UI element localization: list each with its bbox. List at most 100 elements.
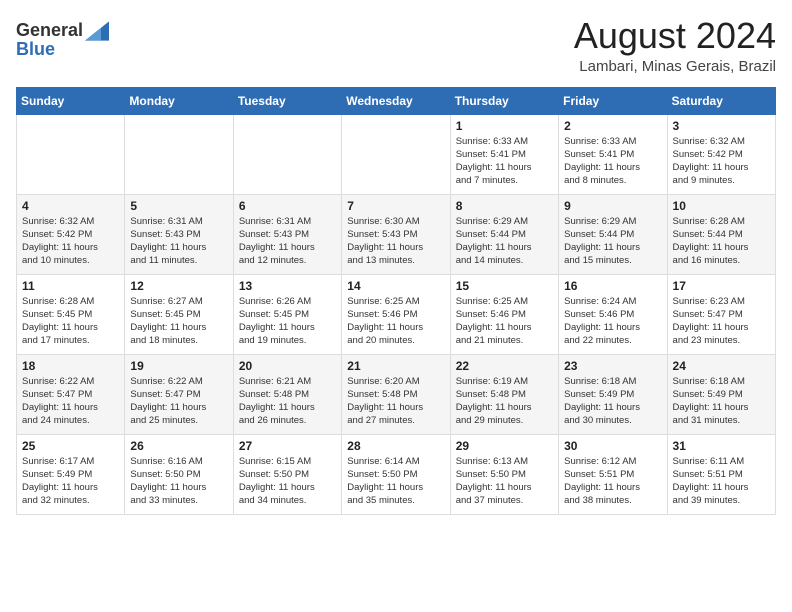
calendar-week-row: 11 Sunrise: 6:28 AMSunset: 5:45 PMDayligh… bbox=[17, 274, 776, 354]
day-info: Sunrise: 6:20 AMSunset: 5:48 PMDaylight:… bbox=[347, 375, 444, 428]
day-number: 11 bbox=[22, 279, 119, 293]
day-info: Sunrise: 6:23 AMSunset: 5:47 PMDaylight:… bbox=[673, 295, 770, 348]
day-info: Sunrise: 6:13 AMSunset: 5:50 PMDaylight:… bbox=[456, 455, 553, 508]
day-number: 10 bbox=[673, 199, 770, 213]
day-info: Sunrise: 6:24 AMSunset: 5:46 PMDaylight:… bbox=[564, 295, 661, 348]
day-number: 15 bbox=[456, 279, 553, 293]
calendar-header-friday: Friday bbox=[559, 87, 667, 114]
calendar-week-row: 18Sunrise: 6:22 AMSunset: 5:47 PMDayligh… bbox=[17, 354, 776, 434]
calendar-header-saturday: Saturday bbox=[667, 87, 775, 114]
calendar-cell: 9Sunrise: 6:29 AMSunset: 5:44 PMDaylight… bbox=[559, 194, 667, 274]
day-info: Sunrise: 6:16 AMSunset: 5:50 PMDaylight:… bbox=[130, 455, 227, 508]
day-info: Sunrise: 6:19 AMSunset: 5:48 PMDaylight:… bbox=[456, 375, 553, 428]
day-number: 2 bbox=[564, 119, 661, 133]
day-number: 25 bbox=[22, 439, 119, 453]
calendar-cell: 23 Sunrise: 6:18 AMSunset: 5:49 PMDayligh… bbox=[559, 354, 667, 434]
day-number: 31 bbox=[673, 439, 770, 453]
day-info: Sunrise: 6:11 AMSunset: 5:51 PMDaylight:… bbox=[673, 455, 770, 508]
day-info: Sunrise: 6:32 AMSunset: 5:42 PMDaylight:… bbox=[22, 215, 119, 268]
location: Lambari, Minas Gerais, Brazil bbox=[574, 58, 776, 75]
calendar-cell bbox=[125, 114, 233, 194]
day-info: Sunrise: 6:25 AMSunset: 5:46 PMDaylight:… bbox=[347, 295, 444, 348]
calendar-cell: 13Sunrise: 6:26 AMSunset: 5:45 PMDayligh… bbox=[233, 274, 341, 354]
calendar-cell: 7Sunrise: 6:30 AMSunset: 5:43 PMDaylight… bbox=[342, 194, 450, 274]
day-number: 5 bbox=[130, 199, 227, 213]
calendar-cell: 31 Sunrise: 6:11 AMSunset: 5:51 PMDayligh… bbox=[667, 434, 775, 514]
day-info: Sunrise: 6:25 AMSunset: 5:46 PMDaylight:… bbox=[456, 295, 553, 348]
day-number: 1 bbox=[456, 119, 553, 133]
logo: General Blue bbox=[16, 20, 109, 60]
day-number: 17 bbox=[673, 279, 770, 293]
day-number: 28 bbox=[347, 439, 444, 453]
calendar-header-sunday: Sunday bbox=[17, 87, 125, 114]
month-year: August 2024 bbox=[574, 16, 776, 56]
day-number: 29 bbox=[456, 439, 553, 453]
day-number: 23 bbox=[564, 359, 661, 373]
calendar-cell: 6 Sunrise: 6:31 AMSunset: 5:43 PMDaylight… bbox=[233, 194, 341, 274]
day-info: Sunrise: 6:22 AMSunset: 5:47 PMDaylight:… bbox=[22, 375, 119, 428]
calendar-week-row: 1 Sunrise: 6:33 AMSunset: 5:41 PMDaylight… bbox=[17, 114, 776, 194]
day-number: 16 bbox=[564, 279, 661, 293]
day-info: Sunrise: 6:31 AMSunset: 5:43 PMDaylight:… bbox=[130, 215, 227, 268]
day-info: Sunrise: 6:28 AMSunset: 5:45 PMDaylight:… bbox=[22, 295, 119, 348]
calendar-cell: 15 Sunrise: 6:25 AMSunset: 5:46 PMDayligh… bbox=[450, 274, 558, 354]
calendar-cell: 16 Sunrise: 6:24 AMSunset: 5:46 PMDayligh… bbox=[559, 274, 667, 354]
calendar-week-row: 25Sunrise: 6:17 AMSunset: 5:49 PMDayligh… bbox=[17, 434, 776, 514]
day-info: Sunrise: 6:15 AMSunset: 5:50 PMDaylight:… bbox=[239, 455, 336, 508]
day-info: Sunrise: 6:29 AMSunset: 5:44 PMDaylight:… bbox=[456, 215, 553, 268]
page-header: General Blue August 2024 Lambari, Minas … bbox=[16, 16, 776, 75]
logo-general: General bbox=[16, 20, 83, 41]
calendar-cell: 4 Sunrise: 6:32 AMSunset: 5:42 PMDaylight… bbox=[17, 194, 125, 274]
calendar-header-thursday: Thursday bbox=[450, 87, 558, 114]
calendar-cell bbox=[233, 114, 341, 194]
calendar-cell: 20 Sunrise: 6:21 AMSunset: 5:48 PMDayligh… bbox=[233, 354, 341, 434]
day-number: 19 bbox=[130, 359, 227, 373]
day-number: 27 bbox=[239, 439, 336, 453]
calendar-cell: 24 Sunrise: 6:18 AMSunset: 5:49 PMDayligh… bbox=[667, 354, 775, 434]
calendar-cell: 27 Sunrise: 6:15 AMSunset: 5:50 PMDayligh… bbox=[233, 434, 341, 514]
day-number: 8 bbox=[456, 199, 553, 213]
calendar-cell: 10Sunrise: 6:28 AMSunset: 5:44 PMDayligh… bbox=[667, 194, 775, 274]
logo-icon bbox=[85, 21, 109, 41]
day-number: 24 bbox=[673, 359, 770, 373]
calendar-cell: 17 Sunrise: 6:23 AMSunset: 5:47 PMDayligh… bbox=[667, 274, 775, 354]
calendar-cell: 8 Sunrise: 6:29 AMSunset: 5:44 PMDaylight… bbox=[450, 194, 558, 274]
calendar-cell: 28 Sunrise: 6:14 AMSunset: 5:50 PMDayligh… bbox=[342, 434, 450, 514]
calendar-header-wednesday: Wednesday bbox=[342, 87, 450, 114]
calendar-cell: 26 Sunrise: 6:16 AMSunset: 5:50 PMDayligh… bbox=[125, 434, 233, 514]
day-number: 22 bbox=[456, 359, 553, 373]
calendar-cell: 3Sunrise: 6:32 AMSunset: 5:42 PMDaylight… bbox=[667, 114, 775, 194]
day-info: Sunrise: 6:32 AMSunset: 5:42 PMDaylight:… bbox=[673, 135, 770, 188]
day-info: Sunrise: 6:31 AMSunset: 5:43 PMDaylight:… bbox=[239, 215, 336, 268]
calendar-header-monday: Monday bbox=[125, 87, 233, 114]
day-number: 4 bbox=[22, 199, 119, 213]
calendar-cell: 19Sunrise: 6:22 AMSunset: 5:47 PMDayligh… bbox=[125, 354, 233, 434]
calendar-cell: 2Sunrise: 6:33 AMSunset: 5:41 PMDaylight… bbox=[559, 114, 667, 194]
calendar-cell: 1 Sunrise: 6:33 AMSunset: 5:41 PMDaylight… bbox=[450, 114, 558, 194]
day-info: Sunrise: 6:27 AMSunset: 5:45 PMDaylight:… bbox=[130, 295, 227, 348]
calendar: SundayMondayTuesdayWednesdayThursdayFrid… bbox=[16, 87, 776, 515]
calendar-cell: 14Sunrise: 6:25 AMSunset: 5:46 PMDayligh… bbox=[342, 274, 450, 354]
day-info: Sunrise: 6:18 AMSunset: 5:49 PMDaylight:… bbox=[564, 375, 661, 428]
calendar-cell: 11 Sunrise: 6:28 AMSunset: 5:45 PMDayligh… bbox=[17, 274, 125, 354]
calendar-cell: 5 Sunrise: 6:31 AMSunset: 5:43 PMDaylight… bbox=[125, 194, 233, 274]
day-info: Sunrise: 6:21 AMSunset: 5:48 PMDaylight:… bbox=[239, 375, 336, 428]
calendar-header-row: SundayMondayTuesdayWednesdayThursdayFrid… bbox=[17, 87, 776, 114]
day-info: Sunrise: 6:18 AMSunset: 5:49 PMDaylight:… bbox=[673, 375, 770, 428]
day-info: Sunrise: 6:14 AMSunset: 5:50 PMDaylight:… bbox=[347, 455, 444, 508]
day-number: 6 bbox=[239, 199, 336, 213]
day-number: 26 bbox=[130, 439, 227, 453]
calendar-cell bbox=[17, 114, 125, 194]
calendar-cell: 22 Sunrise: 6:19 AMSunset: 5:48 PMDayligh… bbox=[450, 354, 558, 434]
day-number: 30 bbox=[564, 439, 661, 453]
day-number: 9 bbox=[564, 199, 661, 213]
calendar-header-tuesday: Tuesday bbox=[233, 87, 341, 114]
day-number: 12 bbox=[130, 279, 227, 293]
day-info: Sunrise: 6:33 AMSunset: 5:41 PMDaylight:… bbox=[456, 135, 553, 188]
day-number: 20 bbox=[239, 359, 336, 373]
day-number: 7 bbox=[347, 199, 444, 213]
calendar-cell: 18Sunrise: 6:22 AMSunset: 5:47 PMDayligh… bbox=[17, 354, 125, 434]
title-block: August 2024 Lambari, Minas Gerais, Brazi… bbox=[574, 16, 776, 75]
day-number: 21 bbox=[347, 359, 444, 373]
day-info: Sunrise: 6:12 AMSunset: 5:51 PMDaylight:… bbox=[564, 455, 661, 508]
